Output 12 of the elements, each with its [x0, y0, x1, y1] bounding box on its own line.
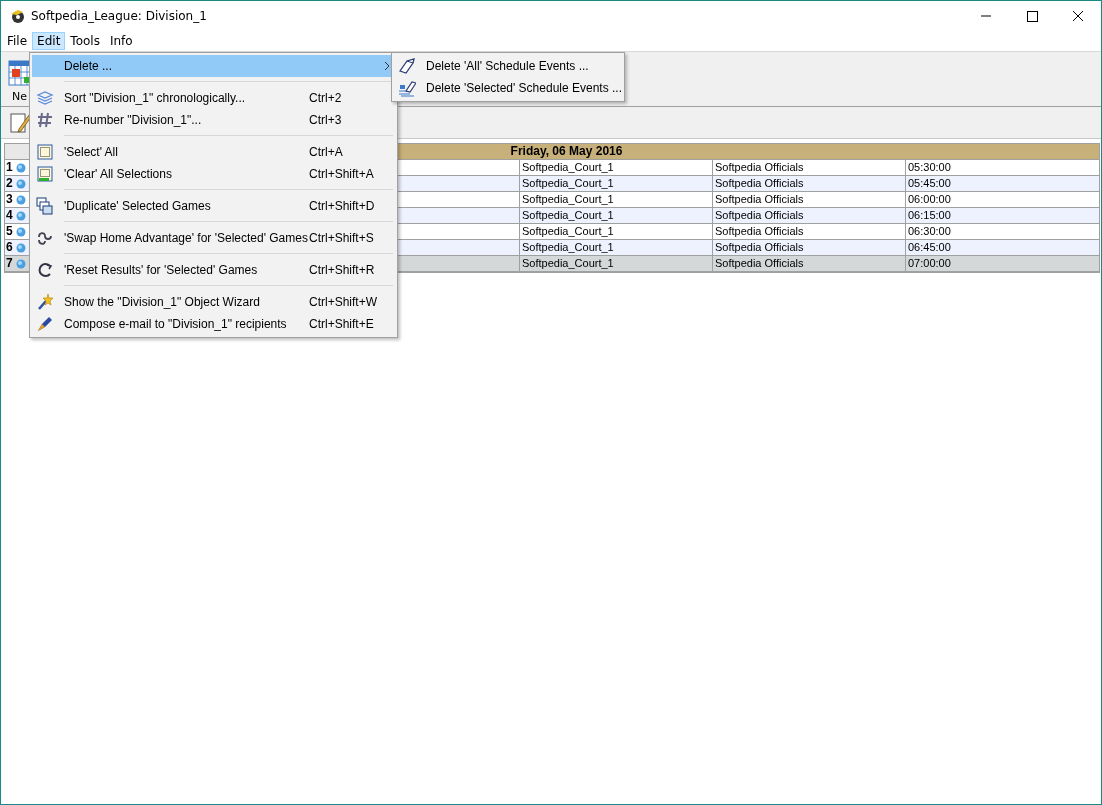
row-number: 4 — [6, 208, 13, 223]
row-number: 2 — [6, 176, 13, 191]
window-title: Softpedia_League: Division_1 — [31, 9, 208, 23]
table-cell: Softpedia_Court_1 — [520, 256, 713, 272]
row-number: 6 — [6, 240, 13, 255]
toolbar-label: Ne — [12, 90, 27, 103]
row-number: 3 — [6, 192, 13, 207]
row-number: 7 — [6, 256, 13, 271]
row-number: 1 — [6, 160, 13, 175]
table-cell: 07:00:00 — [906, 256, 1099, 272]
row-number: 5 — [6, 224, 13, 239]
table-cell: Softpedia Officials — [713, 256, 906, 272]
